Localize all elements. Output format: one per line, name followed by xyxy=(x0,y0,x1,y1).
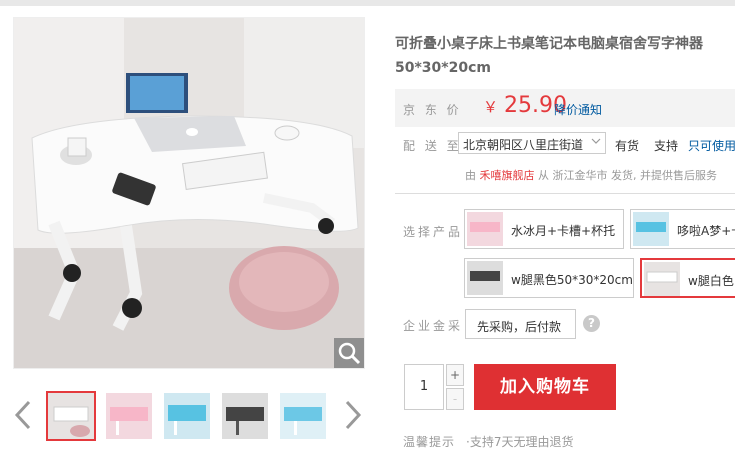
chevron-down-icon xyxy=(591,138,601,144)
thumbnail-image xyxy=(280,393,326,439)
option-label: w腿白色 xyxy=(688,274,734,288)
help-icon[interactable]: ? xyxy=(583,315,600,332)
buy-now-pay-later-button[interactable]: 先采购，后付款 xyxy=(465,309,576,339)
from-prefix: 由 xyxy=(465,169,476,182)
option-thumb xyxy=(644,262,680,296)
option-label: 哆啦A梦+卡槽 xyxy=(677,224,735,238)
address-text: 北京朝阳区八里庄街道 xyxy=(463,138,584,152)
thumbnail-1[interactable] xyxy=(46,391,96,441)
option-item[interactable]: 哆啦A梦+卡槽 xyxy=(630,209,735,249)
support-text: 支持 xyxy=(654,139,679,153)
shop-link[interactable]: 禾嘻旗舰店 xyxy=(480,169,535,182)
zoom-button[interactable] xyxy=(334,338,364,368)
address-selector[interactable]: 北京朝阳区八里庄街道 xyxy=(458,132,606,154)
shipping-label: 配 送 至 xyxy=(403,139,462,153)
option-thumb xyxy=(467,212,503,246)
add-to-cart-button[interactable]: 加入购物车 xyxy=(474,364,616,410)
quantity-increase-button[interactable]: + xyxy=(446,364,464,386)
option-item[interactable]: 水冰月+卡槽+杯托 xyxy=(464,209,624,249)
thumbnail-5[interactable] xyxy=(278,391,328,441)
price-label: 京 东 价 xyxy=(403,103,462,117)
stock-status: 有货 xyxy=(615,139,640,153)
quantity-input[interactable]: 1 xyxy=(404,364,444,410)
thumbnail-image xyxy=(48,393,94,439)
option-thumb xyxy=(467,261,503,295)
tips-text: ·支持7天无理由退货 xyxy=(466,435,574,449)
thumbnail-image xyxy=(222,393,268,439)
price-notify-link[interactable]: 降价通知 xyxy=(554,101,602,118)
main-product-image[interactable] xyxy=(13,17,365,369)
thumbnail-image xyxy=(164,393,210,439)
thumbnail-2[interactable] xyxy=(104,391,154,441)
options-label: 选择产品 xyxy=(403,225,464,239)
option-item[interactable]: w腿黑色50*30*20cm xyxy=(464,258,634,298)
quantity-decrease-button[interactable]: - xyxy=(446,388,464,410)
currency-symbol: ￥ xyxy=(483,98,499,116)
chevron-right-icon[interactable] xyxy=(341,398,363,432)
desk-photo xyxy=(14,18,364,368)
option-label: w腿黑色50*30*20cm xyxy=(511,273,633,287)
product-title: 可折叠小桌子床上书桌笔记本电脑桌宿舍写字神器 xyxy=(395,36,703,52)
option-label: 水冰月+卡槽+杯托 xyxy=(511,224,616,238)
chevron-left-icon[interactable] xyxy=(13,398,35,432)
seller-info: 由 禾嘻旗舰店 从 浙江金华市 发货, 并提供售后服务 xyxy=(465,167,735,183)
top-divider xyxy=(0,0,735,6)
only-use-link[interactable]: 只可使用 xyxy=(688,137,735,154)
thumbnail-image xyxy=(106,393,152,439)
option-item-selected[interactable]: w腿白色 xyxy=(640,258,735,298)
product-subtitle: 50*30*20cm xyxy=(395,60,491,76)
price-panel: 京 东 价 ￥ 25.90 降价通知 xyxy=(395,89,735,127)
tips-label: 温馨提示 xyxy=(403,435,456,449)
thumbnail-strip xyxy=(13,388,363,444)
enterprise-label: 企业金采 xyxy=(403,319,464,333)
option-thumb xyxy=(633,212,669,246)
section-divider xyxy=(395,193,735,194)
thumbnail-4[interactable] xyxy=(220,391,270,441)
from-suffix: 从 浙江金华市 发货, 并提供售后服务 xyxy=(538,169,717,182)
thumbnail-3[interactable] xyxy=(162,391,212,441)
magnifier-icon xyxy=(338,342,361,365)
